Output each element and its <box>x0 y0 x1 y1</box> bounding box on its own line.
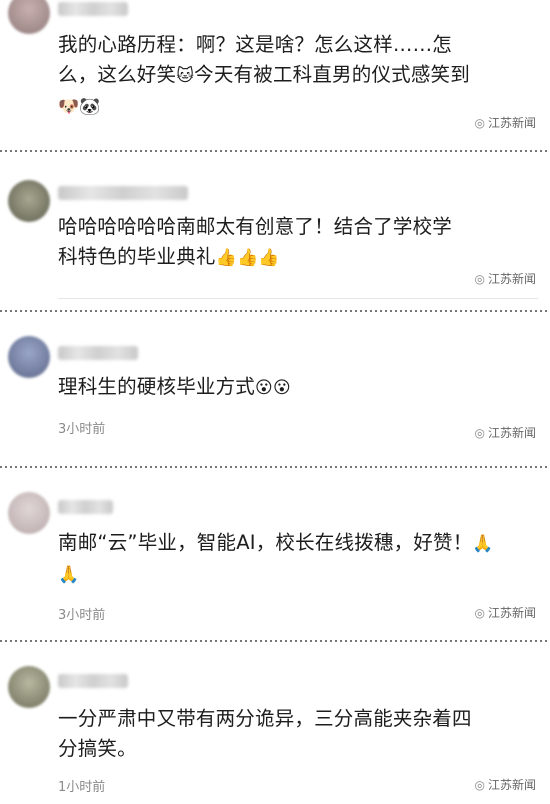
weibo-icon: ◎ <box>474 605 485 620</box>
avatar[interactable] <box>8 666 50 708</box>
watermark: ◎ 江苏新闻 <box>474 271 537 287</box>
weibo-icon: ◎ <box>474 271 485 286</box>
timestamp: 3小时前 <box>58 422 106 437</box>
comment-text: 哈哈哈哈哈哈南邮太有创意了！结合了学校学 科特色的毕业典礼👍👍👍 <box>58 215 453 268</box>
username-blurred[interactable] <box>58 186 188 200</box>
divider <box>0 150 550 152</box>
divider <box>0 466 550 468</box>
avatar[interactable] <box>8 180 50 222</box>
comment-text: 理科生的硬核毕业方式😮😮 <box>58 375 291 398</box>
username-blurred[interactable] <box>58 500 113 514</box>
divider <box>58 298 538 299</box>
weibo-icon: ◎ <box>474 115 485 130</box>
timestamp: 3小时前 <box>58 608 106 623</box>
comment-text: 一分严肃中又带有两分诡异，三分高能夹杂着四 分搞笑。 <box>58 707 472 760</box>
dog-panda-emoji-icon: 🐶🐼 <box>58 97 101 117</box>
comment-card: 哈哈哈哈哈哈南邮太有创意了！结合了学校学 科特色的毕业典礼👍👍👍 ◎ 江苏新闻 <box>0 162 550 302</box>
surprised-emoji-icon: 😮😮 <box>255 378 291 398</box>
watermark: ◎ 江苏新闻 <box>474 425 537 441</box>
weibo-icon: ◎ <box>474 777 485 792</box>
avatar[interactable] <box>8 336 50 378</box>
praying-hands-emoji-icon: 🙏 <box>58 565 80 585</box>
comment-card: 理科生的硬核毕业方式😮😮 3小时前 ◎ 江苏新闻 <box>0 322 550 460</box>
avatar[interactable] <box>8 492 50 534</box>
thumbs-up-emoji-icon: 👍👍👍 <box>215 248 280 268</box>
comment-card: 一分严肃中又带有两分诡异，三分高能夹杂着四 分搞笑。 1小时前 ◎ 江苏新闻 <box>0 652 550 804</box>
watermark: ◎ 江苏新闻 <box>474 605 537 621</box>
weibo-icon: ◎ <box>474 425 485 440</box>
timestamp: 1小时前 <box>58 780 106 795</box>
comment-text: 我的心路历程：啊？这是啥？怎么这样……怎 么，这么好笑🐱今天有被工科直男的仪式感… <box>58 33 470 117</box>
praying-hands-emoji-icon: 🙏 <box>472 534 494 554</box>
avatar[interactable] <box>8 0 50 34</box>
cat-emoji-icon: 🐱 <box>176 66 195 86</box>
watermark: ◎ 江苏新闻 <box>474 777 537 793</box>
username-blurred[interactable] <box>58 2 128 16</box>
comment-text: 南邮“云”毕业，智能AI，校长在线拨穗，好赞！🙏 🙏 <box>58 531 494 585</box>
divider <box>0 310 550 312</box>
username-blurred[interactable] <box>58 674 128 688</box>
comment-card: 我的心路历程：啊？这是啥？怎么这样……怎 么，这么好笑🐱今天有被工科直男的仪式感… <box>0 0 550 148</box>
divider <box>0 640 550 642</box>
username-blurred[interactable] <box>58 346 138 360</box>
comment-card: 南邮“云”毕业，智能AI，校长在线拨穗，好赞！🙏 🙏 3小时前 ◎ 江苏新闻 <box>0 478 550 638</box>
watermark: ◎ 江苏新闻 <box>474 115 537 131</box>
